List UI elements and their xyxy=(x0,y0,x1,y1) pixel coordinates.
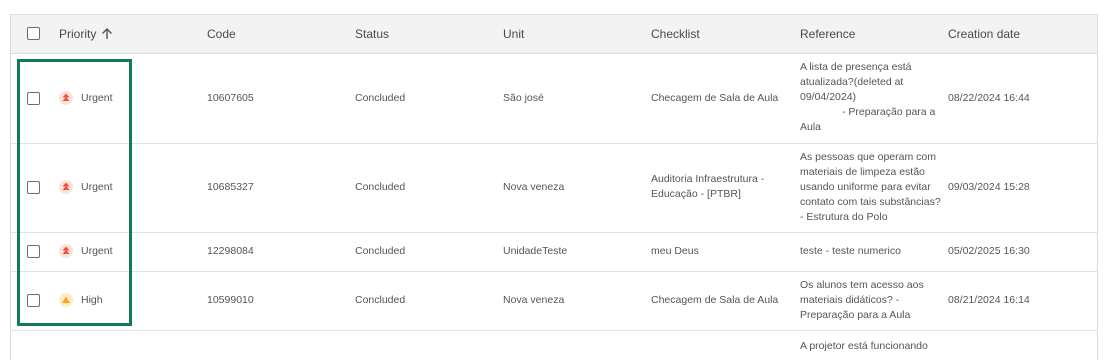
reference-line: - Preparação para a xyxy=(842,106,936,118)
priority-urgent-icon xyxy=(59,180,73,194)
priority-label: Urgent xyxy=(81,245,113,257)
priority-label: Urgent xyxy=(81,181,113,193)
column-header-priority-label: Priority xyxy=(59,27,97,41)
unit-cell: UnidadeTeste xyxy=(503,245,568,257)
data-table: Priority Code Status Unit Checklist Refe… xyxy=(10,14,1098,360)
creation-date-cell: 05/02/2025 16:30 xyxy=(948,245,1030,257)
creation-date-cell: 08/22/2024 16:44 xyxy=(948,92,1030,104)
table-header: Priority Code Status Unit Checklist Refe… xyxy=(11,15,1097,54)
table-row[interactable]: Urgent 12298084 Concluded UnidadeTeste m… xyxy=(11,233,1097,272)
column-header-checklist[interactable]: Checklist xyxy=(651,15,700,53)
column-header-creation-date[interactable]: Creation date xyxy=(948,15,1020,53)
status-cell: Concluded xyxy=(355,294,406,306)
checklist-cell: meu Deus xyxy=(651,244,699,259)
row-checkbox[interactable] xyxy=(27,92,40,105)
priority-urgent-icon xyxy=(59,244,73,258)
reference-line: atualizada?(deleted at xyxy=(800,76,904,88)
column-header-priority[interactable]: Priority xyxy=(59,15,96,53)
checklist-line: meu Deus xyxy=(651,245,699,257)
checklist-line: Checagem de Sala de Aula xyxy=(651,92,779,104)
row-checkbox[interactable] xyxy=(27,181,40,194)
reference-line: Preparação para a Aula xyxy=(800,309,911,321)
reference-line: A lista de presença está xyxy=(800,61,912,73)
code-cell: 10607605 xyxy=(207,92,254,104)
reference-line: Aula xyxy=(800,121,822,133)
table-row[interactable]: Urgent 10685327 Concluded Nova veneza Au… xyxy=(11,144,1097,233)
code-cell: 10599010 xyxy=(207,294,254,306)
checklist-cell: Checagem de Sala de Aula xyxy=(651,293,778,308)
priority-urgent-icon xyxy=(59,91,73,105)
table-row[interactable]: High 10599010 Concluded Nova veneza Chec… xyxy=(11,272,1097,331)
reference-cell: teste - teste numerico xyxy=(800,244,950,259)
reference-line: 09/04/2024) xyxy=(800,91,857,103)
code-cell: 12298084 xyxy=(207,245,254,257)
checklist-cell: Checagem de Sala de Aula xyxy=(651,91,778,106)
column-header-unit[interactable]: Unit xyxy=(503,15,524,53)
select-all-checkbox[interactable] xyxy=(27,27,40,40)
reference-line: teste - teste numerico xyxy=(800,245,901,257)
reference-line: materiais de limpeza estão xyxy=(800,166,925,178)
reference-cell: A projetor está funcionando xyxy=(800,339,950,354)
reference-line: usando uniforme para evitar xyxy=(800,181,931,193)
priority-high-icon xyxy=(59,293,73,307)
status-cell: Concluded xyxy=(355,245,406,257)
reference-line: A projetor está funcionando xyxy=(800,340,928,352)
column-header-reference[interactable]: Reference xyxy=(800,15,855,53)
reference-line: As pessoas que operam com xyxy=(800,151,936,163)
priority-label: High xyxy=(81,294,103,306)
reference-cell: A lista de presença está atualizada?(del… xyxy=(800,60,950,135)
table-row[interactable]: Urgent 10607605 Concluded São josé Checa… xyxy=(11,54,1097,144)
status-cell: Concluded xyxy=(355,92,406,104)
column-header-status[interactable]: Status xyxy=(355,15,389,53)
reference-cell: As pessoas que operam com materiais de l… xyxy=(800,150,950,225)
status-cell: Concluded xyxy=(355,181,406,193)
creation-date-cell: 08/21/2024 16:14 xyxy=(948,294,1030,306)
checklist-cell: Auditoria Infraestrutura - Educação - [P… xyxy=(651,172,764,202)
creation-date-cell: 09/03/2024 15:28 xyxy=(948,181,1030,193)
code-cell: 10685327 xyxy=(207,181,254,193)
unit-cell: Nova veneza xyxy=(503,181,565,193)
reference-line: contato com tais substâncias? xyxy=(800,196,941,208)
checklist-line: Auditoria Infraestrutura - xyxy=(651,173,765,185)
priority-label: Urgent xyxy=(81,92,113,104)
row-checkbox[interactable] xyxy=(27,245,40,258)
table-row[interactable]: A projetor está funcionando xyxy=(11,331,1097,360)
reference-cell: Os alunos tem acesso aos materiais didát… xyxy=(800,278,950,323)
arrow-up-icon[interactable] xyxy=(101,28,113,40)
reference-line: - Estrutura do Polo xyxy=(800,211,888,223)
column-header-code[interactable]: Code xyxy=(207,15,236,53)
unit-cell: São josé xyxy=(503,92,544,104)
checklist-line: Checagem de Sala de Aula xyxy=(651,294,779,306)
unit-cell: Nova veneza xyxy=(503,294,565,306)
checklist-line: Educação - [PTBR] xyxy=(651,188,741,200)
row-checkbox[interactable] xyxy=(27,294,40,307)
reference-line: materiais didáticos? - xyxy=(800,294,900,306)
reference-line: Os alunos tem acesso aos xyxy=(800,279,924,291)
